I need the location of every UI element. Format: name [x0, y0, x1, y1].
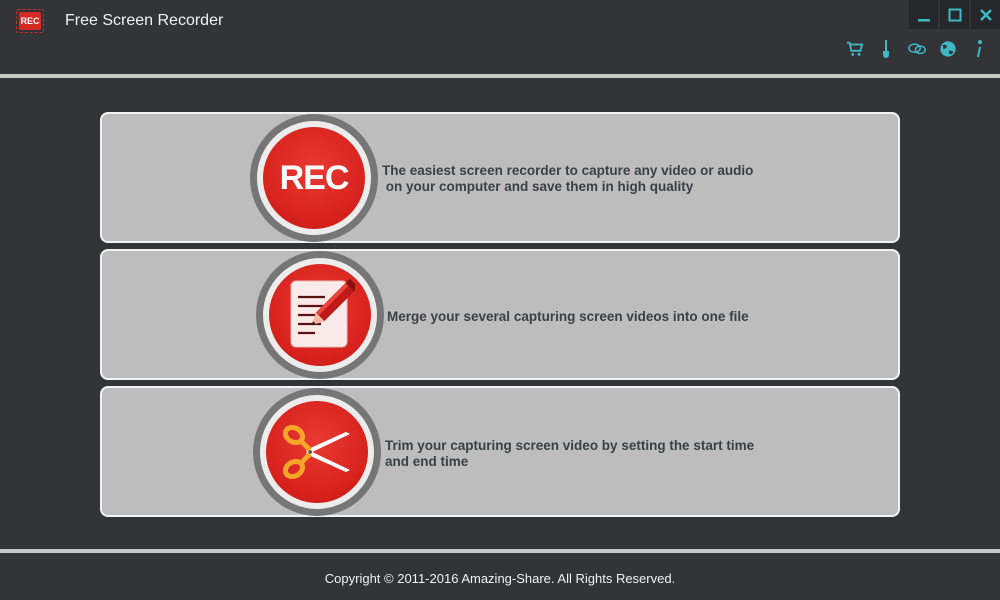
info-icon	[977, 40, 982, 57]
trim-description: Trim your capturing screen video by sett…	[385, 438, 755, 469]
close-icon	[979, 8, 992, 21]
footer-divider	[0, 549, 1000, 553]
rec-badge-text: REC	[279, 158, 350, 197]
maximize-button[interactable]	[940, 0, 969, 29]
merge-feature-card[interactable]: Merge your several capturing screen vide…	[100, 249, 900, 380]
about-button[interactable]	[970, 38, 988, 60]
maximize-icon	[948, 8, 961, 21]
title-bar: REC Free Screen Recorder	[0, 0, 1000, 74]
merge-description: Merge your several capturing screen vide…	[387, 309, 749, 324]
scissors-icon	[282, 424, 350, 480]
trim-badge[interactable]	[253, 388, 381, 516]
website-button[interactable]	[939, 38, 957, 60]
minimize-button[interactable]	[909, 0, 938, 29]
app-logo: REC	[16, 9, 44, 33]
chat-icon	[908, 43, 926, 55]
feedback-button[interactable]	[908, 38, 926, 60]
app-logo-text: REC	[19, 12, 41, 30]
cart-icon	[846, 41, 864, 56]
skin-button[interactable]	[877, 38, 895, 60]
close-button[interactable]	[971, 0, 1000, 29]
minimize-icon	[917, 18, 930, 21]
merge-badge[interactable]	[256, 251, 384, 379]
merge-document-pencil-icon	[290, 278, 355, 348]
record-description: The easiest screen recorder to capture a…	[382, 163, 754, 194]
header-divider	[0, 74, 1000, 78]
app-title: Free Screen Recorder	[65, 12, 224, 29]
rec-icon: REC	[263, 127, 365, 229]
brush-icon	[883, 40, 889, 58]
globe-icon	[940, 41, 956, 57]
window-controls	[909, 0, 1000, 29]
store-button[interactable]	[846, 38, 864, 60]
record-badge[interactable]: REC	[250, 114, 378, 242]
copyright-text: Copyright © 2011-2016 Amazing-Share. All…	[324, 571, 676, 586]
record-feature-card[interactable]: REC The easiest screen recorder to captu…	[100, 112, 900, 243]
toolbar	[846, 38, 988, 60]
trim-feature-card[interactable]: Trim your capturing screen video by sett…	[100, 386, 900, 517]
